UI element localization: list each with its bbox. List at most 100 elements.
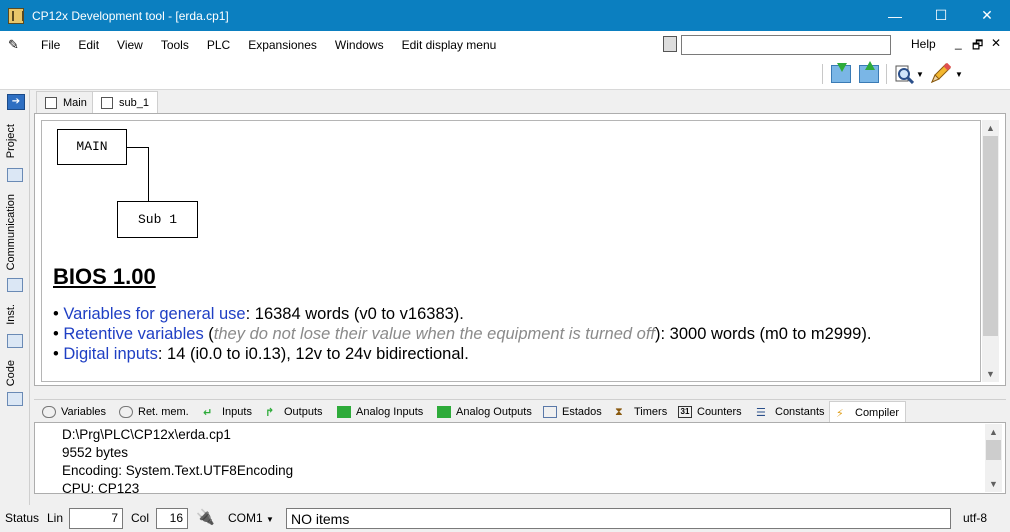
document-view: MAIN Sub 1 BIOS 1.00 • Variables for gen… [41, 120, 981, 382]
timer-icon: ⧗ [615, 406, 623, 418]
left-sidebar: ➔ Project Communication Inst. Code [0, 90, 30, 505]
toolbar-separator [822, 64, 823, 84]
scroll-thumb[interactable] [983, 136, 998, 336]
tab-analog-inputs[interactable]: Analog Inputs [331, 401, 429, 423]
output-arrow-icon: ↱ [265, 407, 275, 419]
bios-item-label[interactable]: Digital inputs [63, 345, 157, 363]
analog-output-icon [437, 406, 451, 418]
output-tabs: Variables Ret. mem. ↵ Inputs ↱ Outputs Ana… [34, 399, 1006, 423]
sidebar-tab-inst[interactable]: Inst. [5, 304, 17, 325]
tab-inputs[interactable]: ↵ Inputs [197, 401, 258, 423]
list-icon: ☰ [756, 407, 766, 419]
maximize-button[interactable]: ☐ [918, 0, 964, 31]
speech-edit-icon [119, 406, 133, 418]
tab-main-icon [45, 96, 57, 109]
tab-analog-outputs[interactable]: Analog Outputs [431, 401, 538, 423]
tab-main[interactable]: Main [36, 91, 96, 113]
menu-plc[interactable]: PLC [198, 38, 239, 52]
sidebar-tab-communication[interactable]: Communication [5, 194, 17, 270]
list-item: • Digital inputs: 14 (i0.0 to i0.13), 12… [53, 345, 469, 363]
tab-ret-mem[interactable]: Ret. mem. [113, 401, 195, 423]
column-label: Col [131, 511, 150, 525]
minimize-button[interactable]: — [872, 0, 918, 31]
output-line: 9552 bytes [62, 445, 129, 460]
line-field[interactable]: 7 [69, 508, 123, 529]
port-selector[interactable]: COM1 ▼ [228, 511, 274, 525]
search-input[interactable] [681, 35, 891, 55]
scroll-down-icon[interactable]: ▼ [982, 366, 999, 382]
diagram-node-main[interactable]: MAIN [57, 129, 127, 165]
app-menu-icon[interactable]: ✎ [8, 37, 26, 53]
counter-icon: 31 [678, 406, 692, 418]
bios-item-label[interactable]: Variables for general use [63, 305, 245, 323]
upload-button[interactable] [857, 61, 881, 86]
tab-constants[interactable]: ☰ Constants [750, 401, 831, 423]
mdi-restore-button[interactable]: 🗗 [972, 36, 983, 57]
menu-windows[interactable]: Windows [326, 38, 393, 52]
analog-input-icon [337, 406, 351, 418]
tab-main-label: Main [63, 96, 87, 109]
download-button[interactable] [829, 62, 853, 86]
states-icon [543, 406, 557, 418]
menu-view[interactable]: View [108, 38, 152, 52]
output-line: CPU: CP123 [62, 481, 140, 496]
sidebar-tab-code[interactable]: Code [5, 360, 17, 386]
status-message: NO items [286, 508, 951, 529]
output-scrollbar[interactable]: ▲ ▼ [985, 424, 1002, 492]
tab-sub-1-icon [101, 97, 113, 109]
document-panel: MAIN Sub 1 BIOS 1.00 • Variables for gen… [34, 113, 1006, 386]
tab-sub-1[interactable]: sub_1 [92, 91, 158, 114]
menu-help[interactable]: Help [911, 37, 936, 51]
bios-item-note: they do not lose their value when the eq… [213, 325, 655, 343]
document-scrollbar[interactable]: ▲ ▼ [982, 120, 999, 382]
sidebar-tab-project[interactable]: Project [5, 124, 17, 158]
tab-timers[interactable]: ⧗ Timers [609, 401, 673, 423]
zoom-icon [895, 65, 914, 84]
sidebar-toggle-button[interactable]: ➔ [7, 94, 25, 110]
mdi-close-button[interactable]: ✕ [991, 36, 1001, 50]
scroll-thumb[interactable] [986, 440, 1001, 460]
network-icon [7, 278, 23, 292]
tab-variables[interactable]: Variables [36, 401, 112, 423]
bios-list: • Variables for general use: 16384 words… [53, 304, 953, 364]
diagram-connector [148, 147, 149, 202]
scroll-up-icon[interactable]: ▲ [982, 120, 999, 136]
mdi-minimize-button[interactable]: _ [955, 36, 962, 50]
tab-compiler[interactable]: ⚡ Compiler [829, 401, 907, 423]
output-line: Encoding: System.Text.UTF8Encoding [62, 463, 294, 478]
diagram-node-sub1[interactable]: Sub 1 [117, 201, 198, 238]
list-item: • Retentive variables (they do not lose … [53, 325, 872, 343]
plug-icon[interactable]: 🔌 [196, 508, 215, 526]
toolbar: ▼ ▼ [0, 58, 1010, 90]
menu-tools[interactable]: Tools [152, 38, 198, 52]
zoom-button[interactable] [892, 62, 916, 86]
bios-item-label[interactable]: Retentive variables [63, 325, 203, 343]
line-label: Lin [47, 511, 64, 525]
edit-button[interactable] [928, 62, 952, 86]
menu-file[interactable]: File [32, 38, 69, 52]
status-label: Status [5, 511, 40, 525]
tab-sub-1-label: sub_1 [119, 97, 149, 109]
output-line: D:\Prg\PLC\CP12x\erda.cp1 [62, 427, 231, 442]
menu-expansiones[interactable]: Expansiones [239, 38, 326, 52]
window-title: CP12x Development tool - [erda.cp1] [32, 8, 229, 23]
calculator-icon[interactable] [663, 36, 677, 52]
tab-outputs[interactable]: ↱ Outputs [259, 401, 329, 423]
menu-edit-display[interactable]: Edit display menu [393, 38, 506, 52]
bios-title: BIOS 1.00 [53, 264, 156, 289]
menu-bar: ✎ File Edit View Tools PLC Expansiones W… [0, 31, 1010, 58]
app-icon [8, 7, 24, 24]
title-bar: CP12x Development tool - [erda.cp1] — ☐ … [0, 0, 1010, 31]
code-icon [7, 392, 23, 406]
edit-dropdown-button[interactable]: ▼ [953, 62, 965, 86]
tab-counters[interactable]: 31 Counters [672, 401, 748, 423]
menu-edit[interactable]: Edit [69, 38, 108, 52]
tab-estados[interactable]: Estados [537, 401, 608, 423]
toolbar-separator [886, 64, 887, 84]
column-field[interactable]: 16 [156, 508, 188, 529]
scroll-down-icon[interactable]: ▼ [985, 476, 1002, 492]
speech-icon [42, 406, 56, 418]
close-button[interactable]: ✕ [964, 0, 1010, 31]
zoom-dropdown-button[interactable]: ▼ [914, 62, 926, 86]
scroll-up-icon[interactable]: ▲ [985, 424, 1002, 440]
